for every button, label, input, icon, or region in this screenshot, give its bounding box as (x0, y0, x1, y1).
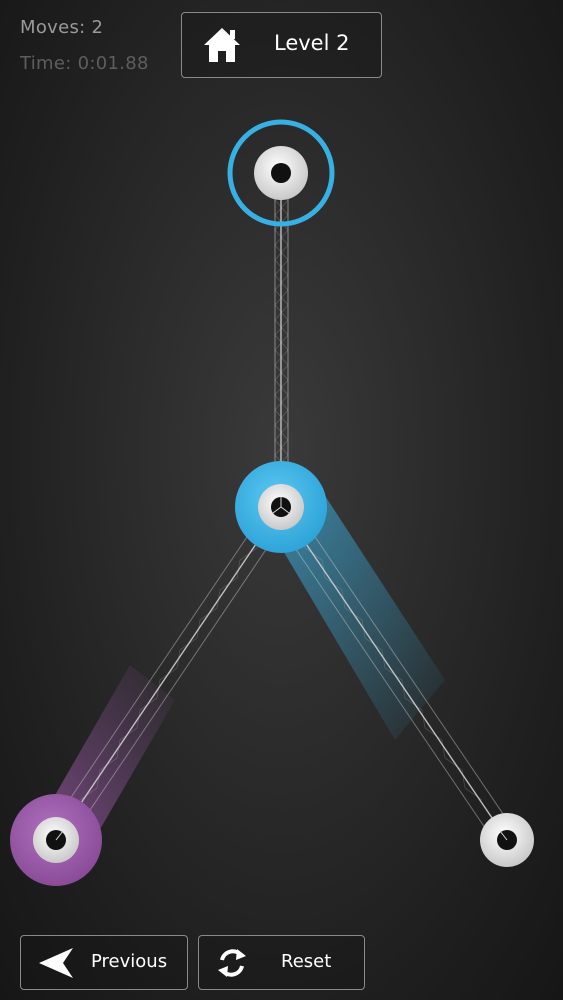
puzzle-canvas (10, 119, 534, 886)
refresh-icon (215, 946, 249, 985)
previous-label: Previous (91, 951, 168, 972)
game-board: Moves:2 Time:0:01.88 Level 2 Previous (0, 0, 563, 1000)
arrow-left-icon (37, 946, 75, 985)
reset-button[interactable]: Reset (198, 935, 365, 990)
moves-value: 2 (91, 17, 104, 38)
link-top-center (274, 180, 289, 500)
level-label: Level 2 (274, 31, 350, 55)
reset-label: Reset (281, 951, 332, 972)
moves-label: Moves: (20, 17, 86, 38)
time-value: 0:01.88 (77, 53, 149, 74)
right-node[interactable] (480, 813, 534, 867)
center-node[interactable] (235, 461, 327, 553)
home-icon (202, 26, 242, 69)
previous-button[interactable]: Previous (20, 935, 188, 990)
left-node[interactable] (10, 794, 102, 886)
timer: Time: 0:01.88 (20, 53, 149, 74)
time-label: Time: (20, 53, 72, 74)
level-home-button[interactable]: Level 2 (181, 12, 382, 78)
moves-counter: Moves: 2 (20, 17, 103, 38)
